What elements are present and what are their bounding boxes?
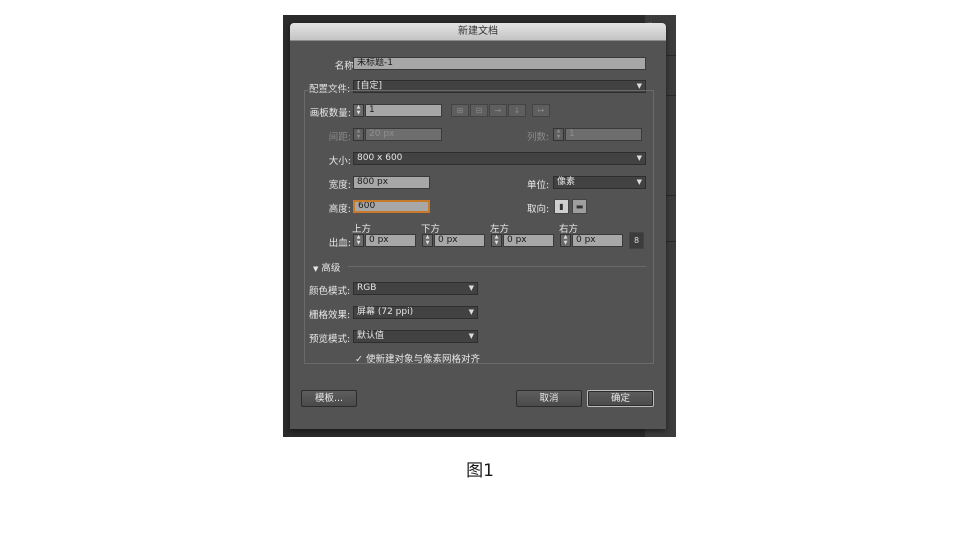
bleed-right-stepper[interactable]: ▲ ▼ (560, 234, 571, 247)
name-label: 名称: (334, 61, 357, 72)
raster-effects-select[interactable]: 屏幕 (72 ppi) ▼ (353, 306, 478, 319)
height-label: 高度: (328, 204, 351, 215)
columns-input[interactable]: 1 (565, 128, 642, 141)
cancel-button[interactable]: 取消 (516, 390, 582, 407)
size-value: 800 x 600 (357, 153, 403, 163)
landscape-icon[interactable]: ▬ (572, 199, 587, 214)
artboards-stepper[interactable]: ▲ ▼ (353, 104, 364, 117)
width-input[interactable]: 800 px (353, 176, 430, 189)
name-input[interactable]: 未标题-1 (353, 57, 646, 70)
spacing-input[interactable]: 20 px (365, 128, 442, 141)
columns-label: 列数: (527, 132, 550, 143)
preview-mode-value: 默认值 (357, 331, 385, 341)
grid-by-row-icon[interactable]: ⊞ (451, 104, 469, 117)
chevron-down-icon: ▼ (468, 332, 474, 340)
templates-button[interactable]: 模板... (301, 390, 357, 407)
artboards-input[interactable]: 1 (365, 104, 442, 117)
disclosure-triangle-icon: ▼ (313, 265, 319, 273)
figure-caption: 图1 (466, 461, 494, 481)
advanced-toggle[interactable]: ▼ 高级 (313, 260, 340, 274)
spacing-stepper[interactable]: ▲ ▼ (353, 128, 364, 141)
color-mode-label: 颜色模式: (309, 286, 351, 297)
columns-stepper[interactable]: ▲ ▼ (553, 128, 564, 141)
grid-by-column-icon[interactable]: ⊟ (470, 104, 488, 117)
align-pixel-grid-label: 使新建对象与像素网格对齐 (366, 354, 481, 365)
bleed-top-input[interactable]: 0 px (365, 234, 416, 247)
advanced-divider (348, 266, 646, 267)
spacing-label: 间距: (328, 132, 351, 143)
chevron-down-icon: ▼ (468, 284, 474, 292)
bleed-bottom-input[interactable]: 0 px (434, 234, 485, 247)
dialog-title: 新建文档 (458, 26, 498, 37)
advanced-label: 高级 (321, 263, 341, 274)
units-label: 单位: (527, 180, 550, 191)
bleed-label: 出血: (328, 238, 351, 249)
units-value: 像素 (557, 177, 576, 187)
arrange-by-column-icon[interactable]: ↓ (508, 104, 526, 117)
new-document-dialog: 新建文档 名称: 未标题-1 配置文件: [自定] ▼ 画板数量: ▲ ▼ 1 ⊞… (290, 23, 666, 429)
size-label: 大小: (328, 156, 351, 167)
raster-effects-value: 屏幕 (72 ppi) (357, 307, 414, 317)
height-input[interactable]: 600 (353, 200, 430, 213)
bleed-bottom-label: 下方 (421, 224, 441, 235)
preview-mode-select[interactable]: 默认值 ▼ (353, 330, 478, 343)
bleed-bottom-stepper[interactable]: ▲ ▼ (422, 234, 433, 247)
bleed-right-input[interactable]: 0 px (572, 234, 623, 247)
dialog-titlebar[interactable]: 新建文档 (290, 23, 666, 41)
color-mode-value: RGB (357, 283, 377, 293)
color-mode-select[interactable]: RGB ▼ (353, 282, 478, 295)
bleed-left-stepper[interactable]: ▲ ▼ (491, 234, 502, 247)
chevron-down-icon: ▼ (636, 178, 642, 186)
ok-button[interactable]: 确定 (587, 390, 654, 407)
bleed-top-label: 上方 (352, 224, 372, 235)
chevron-down-icon: ▼ (468, 308, 474, 316)
bleed-left-label: 左方 (490, 224, 510, 235)
screenshot-frame: 资 文档 配 齐 行对 行对 行间 换 新建文档 名称: 未标题-1 配置文件:… (283, 15, 676, 437)
size-select[interactable]: 800 x 600 ▼ (353, 152, 646, 165)
raster-effects-label: 栅格效果: (309, 310, 351, 321)
orientation-label: 取向: (527, 204, 550, 215)
arrange-by-row-icon[interactable]: → (489, 104, 507, 117)
bleed-left-input[interactable]: 0 px (503, 234, 554, 247)
layout-direction-icon[interactable]: ↦ (532, 104, 550, 117)
artboards-label: 画板数量: (309, 108, 351, 119)
bleed-top-stepper[interactable]: ▲ ▼ (353, 234, 364, 247)
bleed-right-label: 右方 (559, 224, 579, 235)
align-pixel-grid-checkbox[interactable]: ✓ 使新建对象与像素网格对齐 (355, 351, 480, 365)
width-label: 宽度: (328, 180, 351, 191)
link-icon[interactable]: 8 (629, 232, 644, 249)
checkmark-icon: ✓ (355, 354, 363, 365)
chevron-down-icon: ▼ (636, 154, 642, 162)
units-select[interactable]: 像素 ▼ (553, 176, 646, 189)
preview-mode-label: 预览模式: (309, 334, 351, 345)
portrait-icon[interactable]: ▮ (554, 199, 569, 214)
